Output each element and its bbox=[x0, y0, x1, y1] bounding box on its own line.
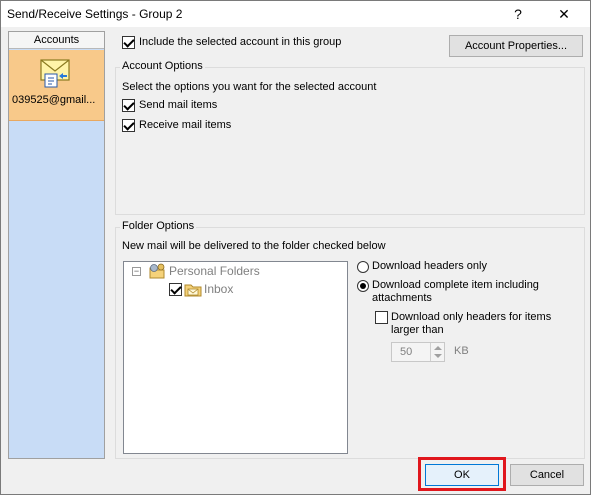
accounts-header: Accounts bbox=[9, 32, 104, 49]
account-options-description: Select the options you want for the sele… bbox=[122, 81, 377, 93]
download-headers-label: Download headers only bbox=[372, 260, 487, 272]
size-unit-label: KB bbox=[454, 345, 469, 357]
help-icon: ? bbox=[514, 6, 522, 22]
help-button[interactable]: ? bbox=[498, 1, 538, 27]
mail-account-icon bbox=[40, 59, 70, 88]
folder-tree[interactable]: − Personal Folders Inbox bbox=[123, 261, 348, 454]
download-only-headers-checkbox[interactable] bbox=[375, 311, 388, 324]
account-options-title: Account Options bbox=[120, 60, 205, 72]
tree-expander[interactable]: − bbox=[132, 267, 141, 276]
include-account-label: Include the selected account in this gro… bbox=[139, 36, 342, 48]
inbox-label: Inbox bbox=[204, 282, 234, 296]
title-bar: Send/Receive Settings - Group 2 ? ✕ bbox=[1, 1, 590, 27]
receive-mail-label: Receive mail items bbox=[139, 119, 232, 131]
window-title: Send/Receive Settings - Group 2 bbox=[7, 7, 183, 21]
download-headers-radio[interactable] bbox=[357, 261, 369, 273]
close-button[interactable]: ✕ bbox=[544, 1, 584, 27]
inbox-checkbox[interactable] bbox=[169, 283, 182, 296]
folder-options-description: New mail will be delivered to the folder… bbox=[122, 240, 386, 252]
download-complete-radio[interactable] bbox=[357, 280, 369, 292]
download-complete-label: Download complete item including attachm… bbox=[372, 279, 539, 304]
size-limit-spinner[interactable]: 50 bbox=[391, 342, 445, 362]
folder-options-title: Folder Options bbox=[120, 220, 197, 232]
receive-mail-checkbox[interactable] bbox=[122, 119, 135, 132]
size-limit-value: 50 bbox=[400, 346, 413, 358]
send-mail-label: Send mail items bbox=[139, 99, 218, 111]
download-only-headers-label: Download only headers for items larger t… bbox=[391, 311, 552, 336]
include-account-checkbox[interactable] bbox=[122, 36, 135, 49]
account-label: 039525@gmail... bbox=[12, 94, 96, 106]
spinner-arrows[interactable] bbox=[430, 343, 444, 361]
personal-folders-label: Personal Folders bbox=[169, 264, 260, 278]
cancel-button[interactable]: Cancel bbox=[510, 464, 584, 486]
ok-button-highlight bbox=[418, 457, 506, 491]
personal-folders-icon bbox=[149, 263, 165, 279]
close-icon: ✕ bbox=[558, 5, 570, 22]
spin-up-icon[interactable] bbox=[434, 346, 442, 350]
spin-down-icon[interactable] bbox=[434, 354, 442, 358]
accounts-pane: Accounts 039525@gmail... bbox=[8, 31, 105, 459]
send-mail-checkbox[interactable] bbox=[122, 99, 135, 112]
send-receive-settings-dialog: Send/Receive Settings - Group 2 ? ✕ Acco… bbox=[0, 0, 591, 495]
account-item[interactable]: 039525@gmail... bbox=[9, 50, 104, 121]
inbox-folder-icon bbox=[184, 284, 202, 297]
account-properties-button[interactable]: Account Properties... bbox=[449, 35, 583, 57]
